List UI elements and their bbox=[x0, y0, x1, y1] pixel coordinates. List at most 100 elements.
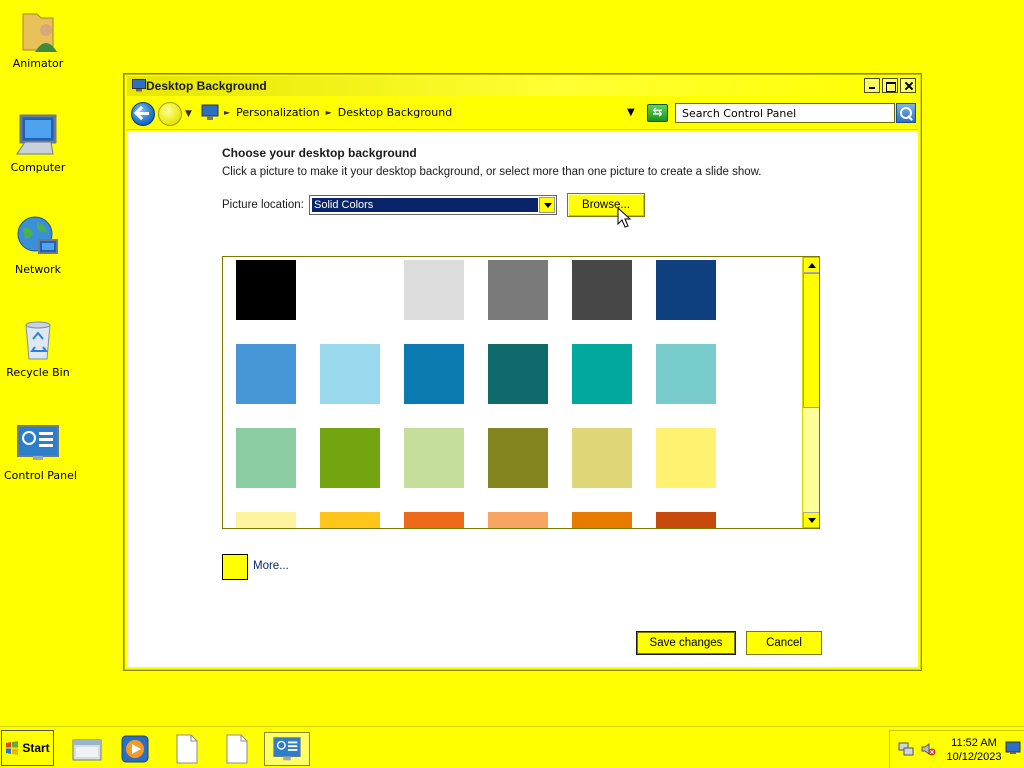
browse-button[interactable]: Browse... bbox=[567, 193, 645, 217]
breadcrumb-arrow-icon[interactable]: ► bbox=[224, 108, 230, 117]
search-icon[interactable] bbox=[896, 103, 916, 123]
color-swatch[interactable] bbox=[488, 428, 548, 488]
color-swatch-grid bbox=[222, 256, 820, 529]
desktop-icon-label: Control Panel bbox=[4, 469, 77, 482]
breadcrumb: ► Personalization ► Desktop Background bbox=[224, 106, 452, 119]
desktop-icon-control-panel[interactable]: Control Panel bbox=[4, 420, 77, 482]
title-bar[interactable]: Desktop Background bbox=[127, 76, 918, 96]
mouse-cursor-icon bbox=[617, 207, 632, 228]
taskbar-document-1[interactable] bbox=[170, 732, 204, 766]
desktop-icon-recycle-bin[interactable]: Recycle Bin bbox=[4, 317, 72, 379]
color-swatch[interactable] bbox=[572, 344, 632, 404]
desktop-icon-label: Animator bbox=[12, 57, 64, 70]
color-swatch[interactable] bbox=[320, 344, 380, 404]
picture-location-value: Solid Colors bbox=[312, 198, 538, 212]
show-desktop-icon[interactable] bbox=[1005, 741, 1021, 755]
network-status-icon[interactable] bbox=[898, 741, 914, 757]
taskbar: Start 11:52 AM 10/12/2023 bbox=[0, 726, 1024, 768]
color-swatch[interactable] bbox=[572, 428, 632, 488]
desktop-icon-label: Computer bbox=[10, 161, 66, 174]
system-tray: 11:52 AM 10/12/2023 bbox=[889, 730, 1024, 768]
color-swatch[interactable] bbox=[236, 260, 296, 320]
breadcrumb-arrow-icon[interactable]: ► bbox=[326, 108, 332, 117]
desktop-icon-network[interactable]: Network bbox=[4, 214, 72, 276]
maximize-button[interactable] bbox=[882, 78, 898, 93]
content-pane: Choose your desktop background Click a p… bbox=[127, 131, 918, 667]
windows-logo-icon bbox=[6, 741, 19, 755]
picture-location-select[interactable]: Solid Colors bbox=[309, 195, 557, 215]
color-swatch[interactable] bbox=[404, 428, 464, 488]
minimize-button[interactable] bbox=[864, 78, 880, 93]
scroll-up-button[interactable] bbox=[803, 257, 819, 273]
taskbar-document-2[interactable] bbox=[220, 732, 254, 766]
color-swatch[interactable] bbox=[236, 344, 296, 404]
color-swatch[interactable] bbox=[488, 512, 548, 528]
control-panel-icon bbox=[17, 425, 59, 460]
color-swatch[interactable] bbox=[656, 260, 716, 320]
color-swatch[interactable] bbox=[488, 260, 548, 320]
color-swatch[interactable] bbox=[404, 512, 464, 528]
document-icon bbox=[226, 734, 248, 764]
volume-muted-icon[interactable] bbox=[920, 741, 936, 757]
desktop-icon-label: Network bbox=[15, 263, 61, 276]
media-player-icon bbox=[121, 735, 149, 763]
color-swatch[interactable] bbox=[572, 512, 632, 528]
color-swatch[interactable] bbox=[656, 512, 716, 528]
user-folder-icon bbox=[22, 13, 57, 52]
breadcrumb-desktop-background[interactable]: Desktop Background bbox=[338, 106, 453, 119]
monitor-icon bbox=[132, 79, 146, 92]
control-panel-icon bbox=[273, 737, 301, 761]
desktop-icon-animator[interactable]: Animator bbox=[4, 8, 72, 70]
picture-location-label: Picture location: bbox=[222, 199, 304, 211]
refresh-icon: ⇆ bbox=[652, 105, 663, 119]
search-input[interactable]: Search Control Panel bbox=[675, 103, 895, 123]
color-swatch[interactable] bbox=[404, 260, 464, 320]
network-globe-icon bbox=[17, 216, 58, 254]
taskbar-media-player[interactable] bbox=[118, 732, 152, 766]
taskbar-explorer[interactable] bbox=[70, 732, 104, 766]
clock-date[interactable]: 10/12/2023 bbox=[944, 751, 1004, 763]
color-swatch[interactable] bbox=[656, 428, 716, 488]
page-instructions: Click a picture to make it your desktop … bbox=[222, 166, 762, 178]
color-swatch[interactable] bbox=[404, 344, 464, 404]
color-swatch[interactable] bbox=[320, 512, 380, 528]
close-button[interactable] bbox=[900, 78, 916, 93]
recycle-bin-icon bbox=[25, 321, 51, 360]
breadcrumb-personalization[interactable]: Personalization bbox=[236, 106, 319, 119]
color-swatch[interactable] bbox=[236, 428, 296, 488]
address-dropdown-icon[interactable]: ▼ bbox=[627, 107, 635, 118]
more-color-swatch[interactable] bbox=[222, 554, 248, 580]
vertical-scrollbar[interactable] bbox=[802, 257, 819, 528]
control-panel-address-icon bbox=[201, 104, 219, 120]
taskbar-control-panel[interactable] bbox=[264, 732, 310, 766]
scroll-down-button[interactable] bbox=[803, 512, 819, 528]
navigation-bar: ▼ ► Personalization ► Desktop Background… bbox=[127, 98, 918, 130]
start-button[interactable]: Start bbox=[1, 730, 54, 766]
more-colors-link[interactable]: More... bbox=[253, 560, 289, 572]
dropdown-arrow-icon[interactable] bbox=[539, 197, 555, 213]
page-heading: Choose your desktop background bbox=[222, 146, 417, 160]
save-changes-button[interactable]: Save changes bbox=[636, 631, 736, 655]
color-swatch[interactable] bbox=[236, 512, 296, 528]
computer-icon bbox=[16, 114, 57, 155]
refresh-button[interactable]: ⇆ bbox=[647, 104, 668, 122]
color-swatch[interactable] bbox=[572, 260, 632, 320]
clock-time[interactable]: 11:52 AM bbox=[948, 737, 1000, 749]
color-swatch[interactable] bbox=[488, 344, 548, 404]
desktop-icon-computer[interactable]: Computer bbox=[4, 112, 72, 174]
color-swatch[interactable] bbox=[320, 260, 380, 320]
explorer-icon bbox=[72, 739, 102, 761]
history-dropdown-icon[interactable]: ▼ bbox=[185, 109, 192, 119]
forward-button[interactable] bbox=[158, 102, 182, 126]
window-title: Desktop Background bbox=[146, 79, 267, 93]
start-label: Start bbox=[22, 741, 50, 755]
document-icon bbox=[176, 734, 198, 764]
color-swatch[interactable] bbox=[656, 344, 716, 404]
back-button[interactable] bbox=[131, 102, 155, 126]
cancel-button[interactable]: Cancel bbox=[746, 631, 822, 655]
window-controls bbox=[864, 78, 916, 93]
desktop-background-window: Desktop Background ▼ ► Personalization ►… bbox=[123, 73, 922, 671]
color-swatch[interactable] bbox=[320, 428, 380, 488]
scroll-thumb[interactable] bbox=[803, 273, 819, 408]
desktop-icon-label: Recycle Bin bbox=[6, 366, 70, 379]
